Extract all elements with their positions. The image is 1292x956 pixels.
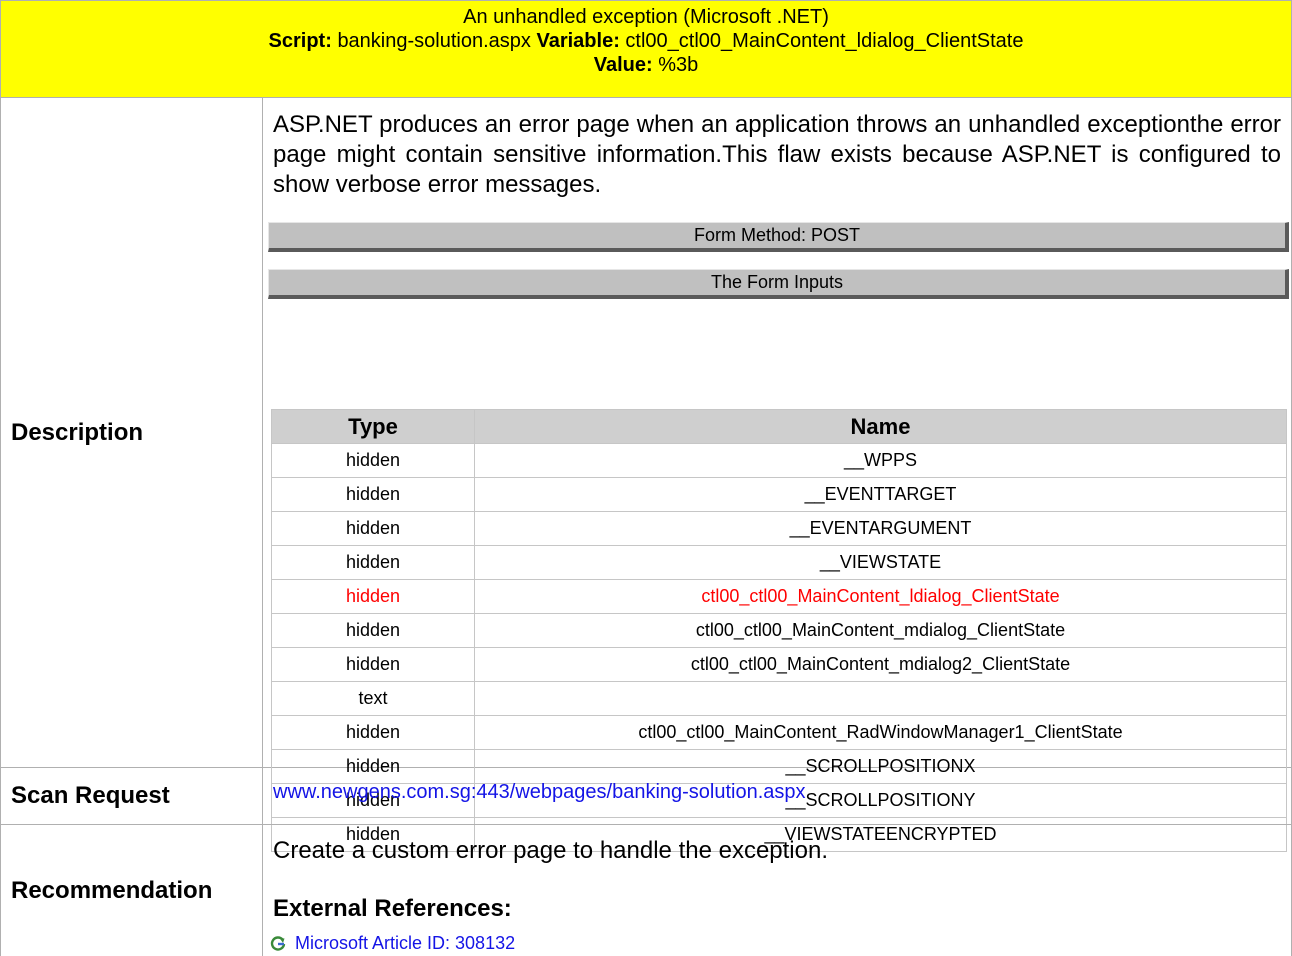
value-line: Value: %3b (1, 53, 1291, 77)
scan-request-label: Scan Request (0, 768, 262, 825)
variable-value: ctl00_ctl00_MainContent_ldialog_ClientSt… (625, 30, 1024, 52)
refresh-link-icon (270, 935, 286, 951)
input-name-cell: __EVENTTARGET (474, 477, 1287, 512)
input-name-cell: __WPPS (474, 443, 1287, 478)
recommendation-cell: Create a custom error page to handle the… (262, 825, 1292, 956)
value-label: Value: (593, 54, 653, 76)
input-name-cell: ctl00_ctl00_MainContent_mdialog_ClientSt… (474, 613, 1287, 648)
table-header-row: Type Name (271, 409, 1287, 444)
vulnerability-header: An unhandled exception (Microsoft .NET) … (0, 0, 1292, 98)
form-inputs-bar: The Form Inputs (268, 269, 1289, 299)
name-column-header: Name (474, 409, 1287, 444)
external-references-heading: External References: (273, 895, 512, 922)
input-type-cell: hidden (271, 511, 475, 546)
table-row: hidden __EVENTTARGET (271, 477, 1287, 512)
recommendation-text: Create a custom error page to handle the… (273, 837, 828, 864)
table-row: hidden ctl00_ctl00_MainContent_RadWindowM… (271, 715, 1287, 750)
scan-request-cell: www.newgens.com.sg:443/webpages/banking-… (262, 768, 1292, 825)
description-text: ASP.NET produces an error page when an a… (273, 111, 1281, 198)
report-page: An unhandled exception (Microsoft .NET) … (0, 0, 1292, 956)
vulnerability-title: An unhandled exception (Microsoft .NET) (463, 6, 829, 28)
input-name-cell: ctl00_ctl00_MainContent_ldialog_ClientSt… (474, 579, 1287, 614)
recommendation-label: Recommendation (0, 825, 262, 956)
form-method-bar: Form Method: POST (268, 222, 1289, 252)
table-row: hidden ctl00_ctl00_MainContent_ldialog_Cl… (271, 579, 1287, 614)
description-cell: ASP.NET produces an error page when an a… (262, 98, 1292, 852)
table-row: hidden ctl00_ctl00_MainContent_mdialog2_C… (271, 647, 1287, 682)
description-label: Description (0, 98, 262, 768)
table-row: text (271, 681, 1287, 716)
script-variable-line: Script: banking-solution.aspx Variable: … (1, 29, 1291, 53)
input-name-cell (474, 681, 1287, 716)
input-type-cell: hidden (271, 545, 475, 580)
table-row: hidden __VIEWSTATE (271, 545, 1287, 580)
script-label: Script: (268, 30, 332, 52)
input-type-cell: hidden (271, 443, 475, 478)
input-name-cell: ctl00_ctl00_MainContent_mdialog2_ClientS… (474, 647, 1287, 682)
variable-label: Variable: (536, 30, 620, 52)
input-type-cell: hidden (271, 647, 475, 682)
table-row: hidden __WPPS (271, 443, 1287, 478)
input-type-cell: hidden (271, 579, 475, 614)
input-type-cell: hidden (271, 715, 475, 750)
script-value: banking-solution.aspx (337, 30, 531, 52)
table-row: hidden ctl00_ctl00_MainContent_mdialog_Cl… (271, 613, 1287, 648)
input-type-cell: hidden (271, 477, 475, 512)
input-name-cell: ctl00_ctl00_MainContent_RadWindowManager… (474, 715, 1287, 750)
value-value: %3b (658, 54, 699, 76)
input-type-cell: text (271, 681, 475, 716)
type-column-header: Type (271, 409, 475, 444)
input-name-cell: __VIEWSTATE (474, 545, 1287, 580)
input-name-cell: __EVENTARGUMENT (474, 511, 1287, 546)
input-type-cell: hidden (271, 613, 475, 648)
table-row: hidden __EVENTARGUMENT (271, 511, 1287, 546)
microsoft-article-link[interactable]: Microsoft Article ID: 308132 (295, 933, 515, 954)
scan-request-link[interactable]: www.newgens.com.sg:443/webpages/banking-… (273, 781, 806, 804)
external-reference-item: Microsoft Article ID: 308132 (269, 933, 515, 954)
